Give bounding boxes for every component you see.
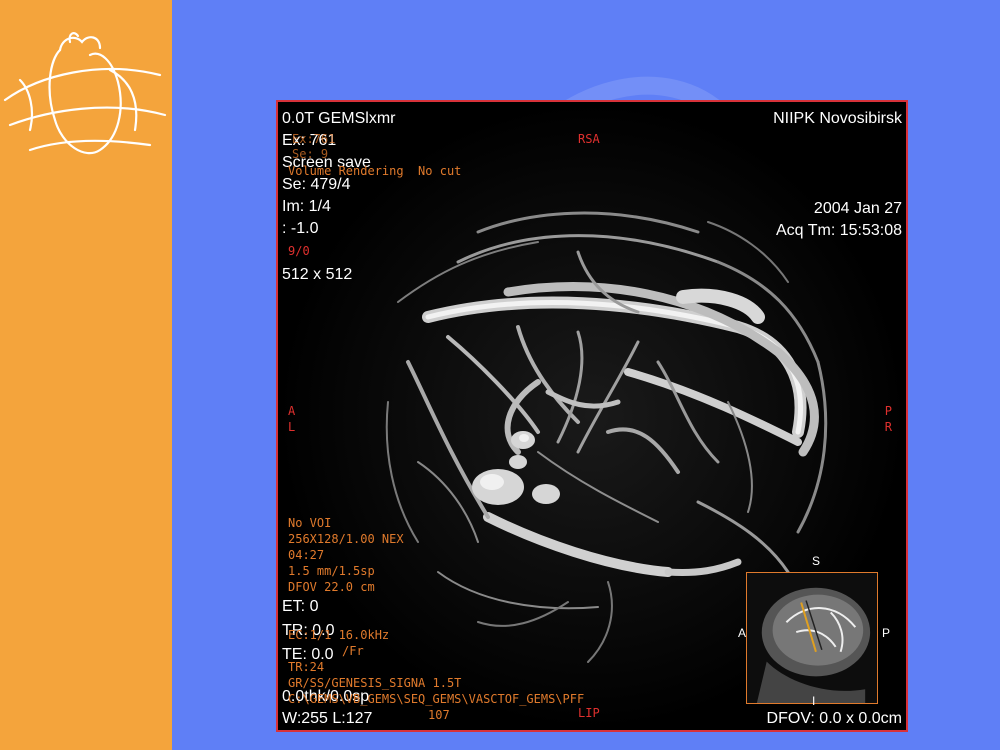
- scout-image[interactable]: [746, 572, 878, 704]
- w-value-label: 107: [428, 708, 450, 722]
- exam-faded-label: Ex:761: [292, 132, 336, 146]
- scout-label-right: P: [882, 626, 891, 640]
- scout-sagittal-image: [756, 587, 871, 703]
- sequence-label: GR/SS/GENESIS_SIGNA 1.5T: [288, 676, 462, 690]
- orientation-left-a: A: [288, 404, 296, 418]
- dfov-label: DFOV: 0.0 x 0.0cm: [766, 710, 902, 727]
- tr-value-label: TR:24: [288, 660, 325, 674]
- bandwidth-label: EC:1/1 16.0kHz: [288, 628, 390, 642]
- sidebar: [0, 0, 172, 750]
- heart-logo-icon: [3, 32, 167, 155]
- orientation-right-r: R: [884, 420, 892, 434]
- orientation-bottom: LIP: [578, 706, 600, 720]
- acq-matrix-label: 256X128/1.00 NEX: [288, 532, 404, 546]
- matrix-label: 512 x 512: [282, 266, 353, 283]
- et-label: ET: 0: [282, 598, 319, 615]
- scanner-label: 0.0T GEMSlxmr: [282, 110, 396, 127]
- fr-label: /Fr: [342, 644, 364, 658]
- scout-label-top: S: [812, 554, 821, 568]
- render-mode-label: Volume Rendering No cut: [288, 164, 462, 178]
- path-label: C:\GEMS\VB_GEMS\SEQ_GEMS\VASCTOF_GEMS\PF…: [288, 692, 585, 706]
- orientation-left-l: L: [288, 420, 296, 434]
- image-label: Im: 1/4: [282, 198, 331, 215]
- dfov-cm-label: DFOV 22.0 cm: [288, 580, 375, 594]
- slice-label: 1.5 mm/1.5sp: [288, 564, 375, 578]
- offset-label: : -1.0: [282, 220, 319, 237]
- orientation-right-p: P: [884, 404, 892, 418]
- date-label: 2004 Jan 27: [813, 200, 902, 217]
- series-faded-label: Se: 9: [292, 147, 329, 161]
- acq-time-label: Acq Tm: 15:53:08: [776, 222, 902, 239]
- institution-label: NIIPK Novosibirsk: [773, 110, 902, 127]
- mri-viewport[interactable]: 0.0T GEMSlxmr Ex: 761 Screen save Se: 47…: [276, 100, 908, 732]
- scan-time-label: 04:27: [288, 548, 325, 562]
- orientation-top: RSA: [578, 132, 600, 146]
- scout-label-left: A: [738, 626, 747, 640]
- frame-label: 9/0: [288, 244, 310, 258]
- scout-label-bottom: I: [812, 694, 816, 708]
- window-level-label: W:255 L:127: [282, 710, 373, 727]
- voi-label: No VOI: [288, 516, 332, 530]
